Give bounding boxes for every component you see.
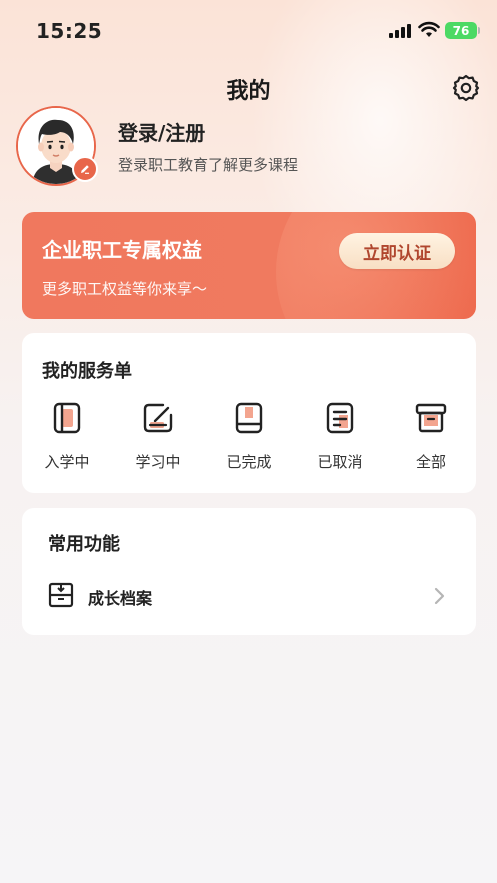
order-tab-studying[interactable]: 学习中 xyxy=(123,399,193,472)
verify-now-button[interactable]: 立即认证 xyxy=(339,233,455,269)
chevron-right-icon xyxy=(434,587,445,605)
order-tab-label: 已取消 xyxy=(317,453,363,471)
gear-icon[interactable] xyxy=(451,73,481,103)
benefit-subtitle: 更多职工权益等你来享～ xyxy=(42,280,208,298)
service-orders-card: 我的服务单 入学中 学习中 已完成 已取消 全部 xyxy=(22,333,476,493)
page-title: 我的 xyxy=(226,79,271,104)
studying-icon xyxy=(143,403,173,433)
all-orders-icon xyxy=(415,403,447,433)
edit-icon[interactable] xyxy=(72,156,98,182)
order-tab-completed[interactable]: 已完成 xyxy=(214,399,284,472)
common-functions-title: 常用功能 xyxy=(48,534,120,555)
employee-benefits-banner[interactable]: 企业职工专属权益 更多职工权益等你来享～ 立即认证 xyxy=(22,212,476,319)
growth-archive-label: 成长档案 xyxy=(88,589,153,608)
cancelled-icon xyxy=(326,402,354,434)
service-orders-title: 我的服务单 xyxy=(42,361,132,382)
order-tab-label: 入学中 xyxy=(44,453,90,471)
battery-level: 76 xyxy=(452,23,470,38)
status-bar: 15:25 76 xyxy=(0,0,497,60)
growth-archive-icon xyxy=(48,582,74,608)
signal-icon xyxy=(389,24,411,38)
common-functions-card: 常用功能 成长档案 xyxy=(22,508,476,635)
benefit-title: 企业职工专属权益 xyxy=(42,238,202,262)
enrolling-icon xyxy=(53,402,81,434)
battery-icon: 76 xyxy=(445,22,480,39)
status-time: 15:25 xyxy=(36,19,103,43)
order-tab-label: 已完成 xyxy=(226,453,272,471)
growth-archive-item[interactable]: 成长档案 xyxy=(22,578,476,616)
service-order-tabs: 入学中 学习中 已完成 已取消 全部 xyxy=(22,399,476,479)
wifi-icon xyxy=(418,21,440,37)
login-register-link[interactable]: 登录/注册 xyxy=(118,117,205,146)
login-subtitle: 登录职工教育了解更多课程 xyxy=(118,156,299,174)
avatar[interactable] xyxy=(16,106,98,186)
order-tab-all[interactable]: 全部 xyxy=(396,399,466,472)
order-tab-cancelled[interactable]: 已取消 xyxy=(305,399,375,472)
completed-icon xyxy=(235,402,263,434)
order-tab-label: 全部 xyxy=(415,453,446,471)
order-tab-enrolling[interactable]: 入学中 xyxy=(32,399,102,472)
order-tab-label: 学习中 xyxy=(135,453,181,471)
